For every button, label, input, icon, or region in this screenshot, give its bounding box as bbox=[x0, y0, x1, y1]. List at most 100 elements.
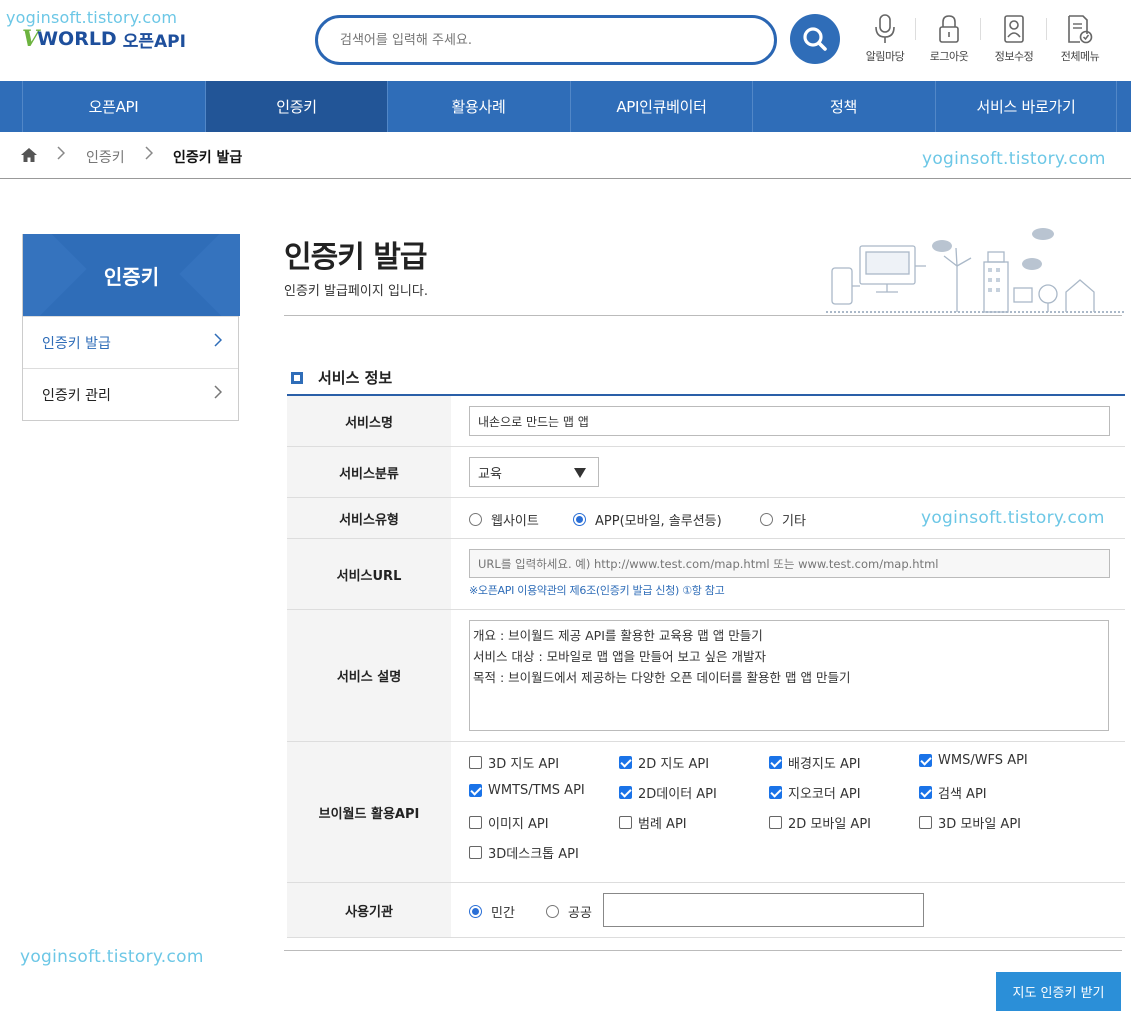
radio-label: 공공 bbox=[568, 906, 592, 921]
field-label: 서비스유형 bbox=[287, 498, 451, 538]
user-card-icon bbox=[1004, 15, 1024, 43]
vworld-logo[interactable]: V WORLD 오픈API bbox=[22, 26, 186, 52]
util-label: 알림마당 bbox=[865, 50, 905, 63]
checkbox-box bbox=[619, 756, 632, 769]
chevron-right-icon bbox=[214, 333, 222, 347]
field-label: 서비스분류 bbox=[287, 447, 451, 497]
checkbox-box bbox=[469, 784, 482, 797]
nav-item-api-incubator[interactable]: API인큐베이터 bbox=[570, 81, 752, 132]
section-bullet-icon bbox=[291, 372, 303, 384]
service-name-input[interactable] bbox=[469, 406, 1110, 436]
field-label: 사용기관 bbox=[287, 883, 451, 937]
nav-item-auth-key[interactable]: 인증키 bbox=[205, 81, 387, 132]
city-illustration bbox=[826, 228, 1124, 313]
main-nav: 오픈API 인증키 활용사례 API인큐베이터 정책 서비스 바로가기 bbox=[0, 81, 1131, 132]
checkbox-label: 2D데이터 API bbox=[638, 787, 717, 802]
watermark-text: yoginsoft.tistory.com bbox=[922, 149, 1106, 169]
checkbox-box bbox=[469, 846, 482, 859]
radio-circle bbox=[469, 513, 482, 526]
radio-label: 기타 bbox=[782, 514, 806, 529]
radio-circle bbox=[760, 513, 773, 526]
radio-public[interactable]: 공공 bbox=[546, 902, 592, 921]
api-checkbox[interactable]: WMS/WFS API bbox=[919, 753, 1028, 768]
checkbox-label: 3D 모바일 API bbox=[938, 817, 1021, 832]
lock-icon bbox=[939, 15, 959, 43]
radio-private[interactable]: 민간 bbox=[469, 902, 515, 921]
search-icon bbox=[803, 27, 827, 51]
checkbox-box bbox=[619, 786, 632, 799]
form-row-service-desc: 서비스 설명 개요 : 브이월드 제공 API를 활용한 교육용 맵 앱 만들기… bbox=[287, 610, 1125, 742]
form-row-service-url: 서비스URL ※오픈API 이용약관의 제6조(인증키 발급 신청) ①항 참고 bbox=[287, 539, 1125, 610]
checkbox-label: WMS/WFS API bbox=[938, 753, 1028, 768]
checkbox-label: 2D 지도 API bbox=[638, 757, 710, 772]
api-checkbox[interactable]: 3D 모바일 API bbox=[919, 813, 1021, 832]
search-button[interactable] bbox=[790, 14, 840, 64]
radio-website[interactable]: 웹사이트 bbox=[469, 510, 539, 529]
notice-link[interactable]: 알림마당 bbox=[855, 12, 915, 64]
nav-item-service-shortcut[interactable]: 서비스 바로가기 bbox=[935, 81, 1117, 132]
divider bbox=[915, 18, 916, 40]
side-menu: 인증키 인증키 발급 인증키 관리 bbox=[22, 234, 240, 421]
radio-circle bbox=[546, 905, 559, 918]
chevron-down-icon bbox=[574, 468, 586, 478]
checkbox-label: WMTS/TMS API bbox=[488, 783, 585, 798]
service-desc-textarea[interactable]: 개요 : 브이월드 제공 API를 활용한 교육용 맵 앱 만들기 서비스 대상… bbox=[469, 620, 1109, 731]
form-row-service-category: 서비스분류 교육 bbox=[287, 447, 1125, 498]
api-checkbox[interactable]: 2D데이터 API bbox=[619, 783, 717, 802]
radio-app[interactable]: APP(모바일, 솔루션등) bbox=[573, 510, 722, 529]
breadcrumb-level-1[interactable]: 인증키 bbox=[86, 147, 125, 167]
api-checkbox[interactable]: 3D데스크톱 API bbox=[469, 843, 579, 862]
search-input[interactable] bbox=[318, 18, 774, 62]
microphone-icon bbox=[875, 14, 895, 43]
get-map-key-button[interactable]: 지도 인증키 받기 bbox=[996, 972, 1121, 1011]
page-title: 인증키 발급 bbox=[284, 240, 427, 275]
service-category-select[interactable]: 교육 bbox=[469, 457, 599, 487]
service-url-input[interactable] bbox=[469, 549, 1110, 578]
api-checkbox[interactable]: 3D 지도 API bbox=[469, 753, 559, 772]
api-checkbox[interactable]: 2D 지도 API bbox=[619, 753, 709, 772]
api-checkbox[interactable]: 검색 API bbox=[919, 783, 987, 802]
checkbox-box bbox=[469, 816, 482, 829]
breadcrumb: 인증키 인증키 발급 yoginsoft.tistory.com bbox=[0, 132, 1131, 179]
api-checkbox[interactable]: 배경지도 API bbox=[769, 753, 861, 772]
form-row-vworld-apis: 브이월드 활용API 3D 지도 API 2D 지도 API 배경지도 API WMS… bbox=[287, 742, 1125, 883]
side-item-label: 인증키 발급 bbox=[42, 335, 111, 352]
api-checkbox[interactable]: 지오코더 API bbox=[769, 783, 861, 802]
checkbox-label: 지오코더 API bbox=[788, 787, 861, 802]
radio-other[interactable]: 기타 bbox=[760, 510, 806, 529]
checkbox-label: 3D데스크톱 API bbox=[488, 847, 579, 862]
util-label: 정보수정 bbox=[994, 50, 1034, 63]
page-subtitle: 인증키 발급페이지 입니다. bbox=[284, 284, 428, 299]
api-checkbox[interactable]: 이미지 API bbox=[469, 813, 549, 832]
select-value: 교육 bbox=[478, 466, 502, 482]
edit-info-link[interactable]: 정보수정 bbox=[984, 12, 1044, 64]
checkbox-box bbox=[769, 786, 782, 799]
field-label: 서비스명 bbox=[287, 396, 451, 446]
side-menu-title-text: 인증키 bbox=[103, 264, 160, 289]
checkbox-label: 배경지도 API bbox=[788, 757, 861, 772]
api-checkbox[interactable]: 2D 모바일 API bbox=[769, 813, 871, 832]
search-box bbox=[315, 15, 777, 65]
logo-open-api: 오픈API bbox=[122, 31, 186, 52]
watermark-text: yoginsoft.tistory.com bbox=[6, 8, 178, 27]
logout-link[interactable]: 로그아웃 bbox=[919, 12, 979, 64]
api-checkbox[interactable]: WMTS/TMS API bbox=[469, 783, 585, 798]
home-icon[interactable] bbox=[20, 147, 38, 167]
checkbox-label: 3D 지도 API bbox=[488, 757, 560, 772]
field-label: 서비스 설명 bbox=[287, 610, 451, 741]
checkbox-label: 이미지 API bbox=[488, 817, 549, 832]
organization-input[interactable] bbox=[603, 893, 924, 927]
nav-item-use-cases[interactable]: 활용사례 bbox=[387, 81, 569, 132]
side-item-issue-key[interactable]: 인증키 발급 bbox=[23, 316, 238, 368]
side-item-manage-key[interactable]: 인증키 관리 bbox=[23, 368, 238, 420]
all-menu-link[interactable]: 전체메뉴 bbox=[1050, 12, 1110, 64]
api-checkbox[interactable]: 범례 API bbox=[619, 813, 687, 832]
nav-item-open-api[interactable]: 오픈API bbox=[22, 81, 204, 132]
util-label: 전체메뉴 bbox=[1060, 50, 1100, 63]
nav-item-policy[interactable]: 정책 bbox=[752, 81, 934, 132]
side-item-label: 인증키 관리 bbox=[42, 387, 111, 404]
form-row-organization: 사용기관 민간 공공 bbox=[287, 883, 1125, 938]
radio-label: 웹사이트 bbox=[491, 514, 539, 529]
url-terms-note[interactable]: ※오픈API 이용약관의 제6조(인증키 발급 신청) ①항 참고 bbox=[469, 582, 725, 598]
watermark-text: yoginsoft.tistory.com bbox=[20, 947, 204, 967]
